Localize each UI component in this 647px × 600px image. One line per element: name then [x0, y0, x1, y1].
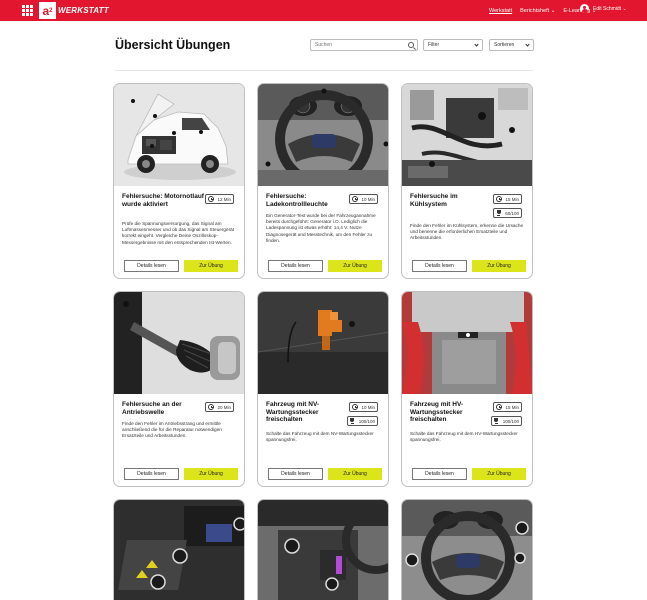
trophy-icon: [350, 418, 356, 424]
user-avatar-icon: [580, 4, 589, 13]
exercise-description: Prüfe die Spannungsversorgung, das Signa…: [122, 221, 235, 245]
exercise-image-engine-bay[interactable]: [114, 84, 244, 186]
clock-icon: [496, 404, 503, 410]
score-value: 100/100: [358, 418, 375, 424]
details-button[interactable]: Details lesen: [124, 260, 179, 272]
exercise-card: [113, 499, 245, 600]
details-button[interactable]: Details lesen: [412, 468, 467, 480]
start-exercise-button[interactable]: Zur Übung: [184, 468, 238, 480]
clock-icon: [496, 196, 503, 202]
duration-badge: 12 Min: [205, 194, 234, 204]
exercise-description: Schalte das Fahrzeug mit dem HV-Wartungs…: [410, 431, 518, 443]
score-value: 100/100: [502, 418, 519, 424]
start-exercise-button[interactable]: Zur Übung: [184, 260, 238, 272]
user-name: Edit Schmidt: [593, 5, 622, 12]
details-button[interactable]: Details lesen: [124, 468, 179, 480]
nav-item-berichtsheft[interactable]: Berichtsheft ⌄: [516, 8, 559, 14]
score-badge: 100/100: [346, 416, 378, 426]
exercise-image-fuse-box[interactable]: [114, 500, 244, 600]
exercise-image-center-console[interactable]: [258, 500, 388, 600]
details-button[interactable]: Details lesen: [412, 260, 467, 272]
sort-select[interactable]: Sortieren: [489, 39, 534, 51]
exercise-card: Fahrzeug mit HV-Wartungsstecker freischa…: [401, 291, 533, 487]
exercise-card: Fehlersuche: Ladekontrollleuchte 10 Min …: [257, 83, 389, 279]
exercise-card: Fehlersuche im Kühlsystem 15 Min 60/100 …: [401, 83, 533, 279]
exercise-description: Finde den Fehler im Antriebsstrang und e…: [122, 421, 222, 439]
exercise-title: Fehlersuche: Ladekontrollleuchte: [266, 193, 328, 208]
search-input[interactable]: [315, 42, 405, 48]
exercise-card: [401, 499, 533, 600]
chevron-down-icon: ⌄: [550, 7, 556, 14]
logo[interactable]: a2 WERKSTATT: [39, 2, 109, 19]
duration-value: 10 Min: [361, 196, 375, 202]
clock-icon: [208, 404, 215, 410]
exercise-card: Fehlersuche an der Antriebswelle 20 Min …: [113, 291, 245, 487]
top-bar: a2 WERKSTATT Werkstatt Berichtsheft ⌄ E-…: [0, 0, 647, 21]
exercise-title: Fehlersuche: Motornotlauf wurde aktivier…: [122, 193, 204, 208]
clock-icon: [208, 196, 215, 202]
nav-item-werkstatt[interactable]: Werkstatt: [485, 8, 516, 14]
exercise-description: Finde den Fehler im Kühlsystem, erkenne …: [410, 223, 524, 241]
clock-icon: [352, 196, 359, 202]
filter-select[interactable]: Filter: [423, 39, 483, 51]
exercise-card: Fahrzeug mit NV-Wartungsstecker freischa…: [257, 291, 389, 487]
duration-value: 15 Min: [505, 196, 519, 202]
exercise-image-nv-connector[interactable]: [258, 292, 388, 394]
score-value: 60/100: [505, 210, 519, 216]
exercise-title: Fehlersuche im Kühlsystem: [410, 193, 458, 208]
exercise-image-hv-connector[interactable]: [402, 292, 532, 394]
score-badge: 60/100: [493, 208, 522, 218]
trophy-icon: [496, 210, 502, 216]
duration-badge: 15 Min: [493, 402, 522, 412]
details-button[interactable]: Details lesen: [268, 468, 323, 480]
trophy-icon: [494, 418, 500, 424]
apps-grid-icon[interactable]: [22, 5, 33, 16]
page-title: Übersicht Übungen: [115, 38, 231, 52]
exercise-image-cooling-system[interactable]: [402, 84, 532, 186]
exercise-title: Fahrzeug mit NV-Wartungsstecker freischa…: [266, 401, 320, 423]
duration-value: 10 Min: [361, 404, 375, 410]
duration-badge: 10 Min: [349, 402, 378, 412]
start-exercise-button[interactable]: Zur Übung: [328, 468, 382, 480]
header-divider: [115, 70, 533, 71]
search-box[interactable]: [310, 39, 418, 51]
exercise-description: Schalte das Fahrzeug mit dem NV-Wartungs…: [266, 431, 374, 443]
duration-badge: 10 Min: [349, 194, 378, 204]
duration-badge: 20 Min: [205, 402, 234, 412]
search-icon[interactable]: [408, 42, 414, 48]
exercise-image-dashboard[interactable]: [258, 84, 388, 186]
user-menu[interactable]: Edit Schmidt ⌄: [580, 4, 627, 13]
exercise-card: [257, 499, 389, 600]
duration-value: 12 Min: [217, 196, 231, 202]
chevron-down-icon: [474, 42, 479, 47]
logo-text: WERKSTATT: [58, 6, 109, 15]
duration-value: 15 Min: [505, 404, 519, 410]
start-exercise-button[interactable]: Zur Übung: [328, 260, 382, 272]
exercise-image-cockpit[interactable]: [402, 500, 532, 600]
score-badge: 100/100: [490, 416, 522, 426]
details-button[interactable]: Details lesen: [268, 260, 323, 272]
exercise-title: Fahrzeug mit HV-Wartungsstecker freischa…: [410, 401, 464, 423]
sort-label: Sortieren: [494, 42, 515, 48]
start-exercise-button[interactable]: Zur Übung: [472, 260, 526, 272]
clock-icon: [352, 404, 359, 410]
duration-value: 20 Min: [217, 404, 231, 410]
logo-mark: a2: [39, 2, 56, 19]
chevron-down-icon: [525, 42, 530, 47]
exercise-title: Fehlersuche an der Antriebswelle: [122, 401, 182, 416]
chevron-down-icon: ⌄: [622, 5, 627, 12]
duration-badge: 15 Min: [493, 194, 522, 204]
start-exercise-button[interactable]: Zur Übung: [472, 468, 526, 480]
filter-label: Filter: [428, 42, 440, 48]
exercise-description: Ein Generator-Test wurde bei der Fahrzeu…: [266, 213, 376, 243]
exercise-card: Fehlersuche: Motornotlauf wurde aktivier…: [113, 83, 245, 279]
exercise-image-drive-shaft[interactable]: [114, 292, 244, 394]
